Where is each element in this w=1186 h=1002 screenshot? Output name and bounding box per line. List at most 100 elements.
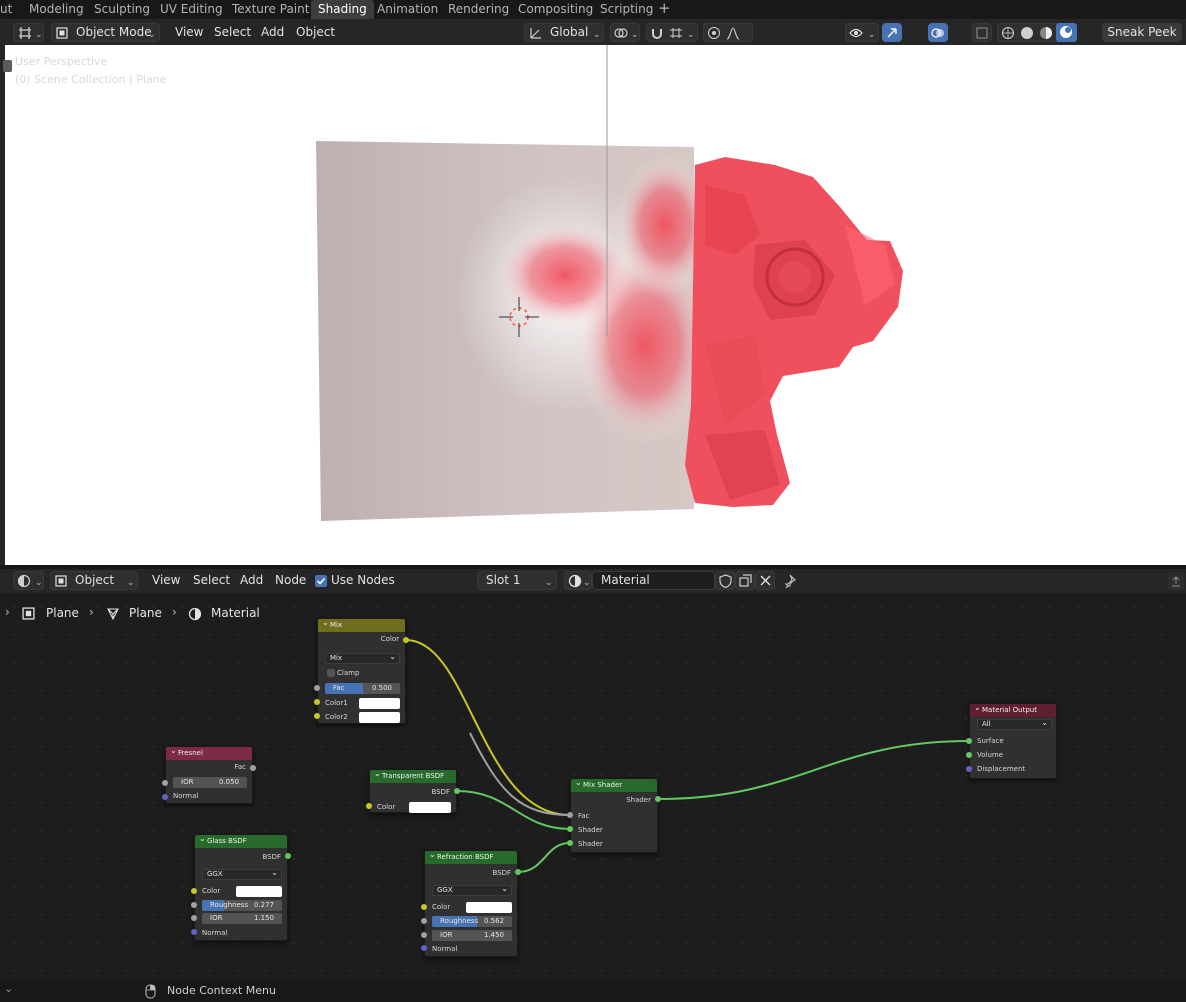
use-nodes-checkbox[interactable]	[315, 575, 327, 587]
material-preview-icon[interactable]	[1039, 26, 1053, 40]
sneak-peek-button[interactable]: Sneak Peek	[1102, 23, 1182, 42]
socket-fresnel-normal-in[interactable]	[162, 794, 168, 800]
output-target-dropdown[interactable]: All	[977, 718, 1052, 730]
node-editor-canvas[interactable]: › Plane › Plane › Material Mix Color Mix…	[0, 593, 1186, 981]
node-menu-view[interactable]: View	[152, 571, 180, 590]
proportional-editing-toggle[interactable]	[703, 23, 753, 42]
rendered-shading-button[interactable]	[1056, 23, 1077, 42]
color2-swatch[interactable]	[359, 712, 400, 723]
refraction-roughness-field[interactable]: Roughness 0.562	[432, 916, 512, 927]
viewport-render	[316, 45, 903, 521]
node-menu-select[interactable]: Select	[193, 571, 230, 590]
glass-distribution-dropdown[interactable]: GGX	[202, 868, 282, 880]
socket-mix-fac-in[interactable]	[314, 685, 320, 691]
node-refraction-bsdf[interactable]: Refraction BSDF BSDF GGX Color Roughness…	[424, 848, 518, 957]
visibility-dropdown[interactable]: ⌄	[845, 23, 879, 42]
menu-add[interactable]: Add	[261, 23, 284, 42]
3d-viewport[interactable]: User Perspective (0) Scene Collection | …	[5, 45, 1186, 565]
gizmo-toggle[interactable]	[882, 23, 902, 42]
editor-type-button[interactable]: ⌄	[13, 23, 44, 42]
overlays-toggle[interactable]	[928, 23, 948, 42]
socket-mix-color1-in[interactable]	[314, 699, 320, 705]
socket-mixshader-shader2-in[interactable]	[567, 840, 573, 846]
fresnel-ior-field[interactable]: IOR 0.050	[173, 777, 247, 788]
socket-output-volume-in[interactable]	[966, 752, 972, 758]
glass-color-swatch[interactable]	[236, 886, 282, 897]
tab-uv-editing[interactable]: UV Editing	[160, 0, 223, 19]
object-mode-dropdown[interactable]: Object Mode ⌄	[51, 23, 160, 42]
socket-mix-color-out[interactable]	[403, 637, 409, 643]
tab-texture-paint[interactable]: Texture Paint	[232, 0, 309, 19]
add-workspace-button[interactable]: +	[658, 0, 671, 19]
glass-roughness-field[interactable]: Roughness 0.277	[202, 900, 282, 911]
tab-sculpting[interactable]: Sculpting	[94, 0, 150, 19]
socket-glass-color-in[interactable]	[191, 888, 197, 894]
socket-fresnel-fac-out[interactable]	[250, 765, 256, 771]
node-fresnel[interactable]: Fresnel Fac IOR 0.050 Normal	[165, 744, 253, 804]
socket-transparent-color-in[interactable]	[366, 803, 372, 809]
wireframe-shading-icon[interactable]	[1001, 26, 1015, 40]
socket-glass-bsdf-out[interactable]	[285, 853, 291, 859]
refraction-ior-field[interactable]: IOR 1.450	[432, 930, 512, 941]
socket-output-surface-in[interactable]	[966, 738, 972, 744]
node-glass-bsdf[interactable]: Glass BSDF BSDF GGX Color Roughness 0.27…	[194, 832, 288, 941]
clamp-checkbox[interactable]	[327, 669, 335, 677]
toolbar-collapse-handle[interactable]	[3, 60, 12, 72]
socket-refraction-bsdf-out[interactable]	[515, 869, 521, 875]
browse-material-button[interactable]: ⌄	[564, 571, 592, 590]
node-mix[interactable]: Mix Color Mix Clamp Fac 0.500 Color1 Col…	[317, 616, 406, 724]
socket-glass-roughness-in[interactable]	[191, 902, 197, 908]
tab-shading[interactable]: Shading	[311, 0, 374, 19]
material-slot-dropdown[interactable]: Slot 1 ⌄	[477, 571, 557, 590]
snapping-toggle[interactable]: ⌄	[646, 23, 698, 42]
refraction-distribution-dropdown[interactable]: GGX	[432, 884, 512, 896]
mix-blend-dropdown[interactable]: Mix	[325, 652, 400, 664]
socket-output-displacement-in[interactable]	[966, 766, 972, 772]
refraction-color-swatch[interactable]	[466, 902, 512, 913]
socket-mixshader-shader1-in[interactable]	[567, 826, 573, 832]
pivot-point-dropdown[interactable]: ⌄	[610, 23, 640, 42]
socket-refraction-color-in[interactable]	[421, 904, 427, 910]
tab-scripting[interactable]: Scripting	[600, 0, 653, 19]
color1-swatch[interactable]	[359, 698, 400, 709]
sidebar-toggle-button[interactable]	[1168, 572, 1184, 590]
node-editor-type-button[interactable]: ⌄	[13, 571, 44, 590]
menu-object[interactable]: Object	[296, 23, 335, 42]
xray-toggle[interactable]	[972, 23, 992, 42]
tab-compositing[interactable]: Compositing	[518, 0, 593, 19]
socket-mix-color2-in[interactable]	[314, 713, 320, 719]
pin-icon[interactable]	[782, 574, 796, 588]
solid-shading-icon[interactable]	[1020, 26, 1034, 40]
node-transparent-bsdf[interactable]: Transparent BSDF BSDF Color	[369, 767, 457, 813]
menu-select[interactable]: Select	[214, 23, 251, 42]
duplicate-material-button[interactable]	[735, 571, 755, 590]
socket-refraction-ior-in[interactable]	[421, 932, 427, 938]
socket-glass-ior-in[interactable]	[191, 915, 197, 921]
tab-rendering[interactable]: Rendering	[448, 0, 509, 19]
socket-mixshader-out[interactable]	[655, 796, 661, 802]
node-material-output[interactable]: Material Output All Surface Volume Displ…	[969, 701, 1057, 779]
socket-mixshader-fac-in[interactable]	[567, 812, 573, 818]
glass-ior-field[interactable]: IOR 1.150	[202, 913, 282, 924]
mix-fac-field[interactable]: Fac 0.500	[325, 683, 400, 694]
material-name-field[interactable]: Material	[592, 571, 715, 590]
unlink-material-button[interactable]	[755, 571, 775, 590]
socket-transparent-bsdf-out[interactable]	[454, 788, 460, 794]
socket-refraction-normal-in[interactable]	[421, 945, 427, 951]
tab-layout[interactable]: ut	[0, 0, 12, 19]
node-menu-node[interactable]: Node	[275, 571, 306, 590]
transform-orientation-dropdown[interactable]: Global ⌄	[524, 23, 604, 42]
socket-label-color1: Color1	[325, 699, 348, 707]
socket-glass-normal-in[interactable]	[191, 929, 197, 935]
transparent-color-swatch[interactable]	[409, 802, 451, 813]
socket-refraction-roughness-in[interactable]	[421, 918, 427, 924]
tab-modeling[interactable]: Modeling	[29, 0, 84, 19]
fake-user-button[interactable]	[715, 571, 735, 590]
node-menu-add[interactable]: Add	[240, 571, 263, 590]
menu-view[interactable]: View	[175, 23, 203, 42]
tab-animation[interactable]: Animation	[377, 0, 438, 19]
node-mix-shader[interactable]: Mix Shader Shader Fac Shader Shader	[570, 776, 658, 853]
mouse-right-click-icon	[145, 984, 156, 999]
shader-type-dropdown[interactable]: Object ⌄	[50, 571, 138, 590]
socket-fresnel-ior-in[interactable]	[162, 780, 168, 786]
